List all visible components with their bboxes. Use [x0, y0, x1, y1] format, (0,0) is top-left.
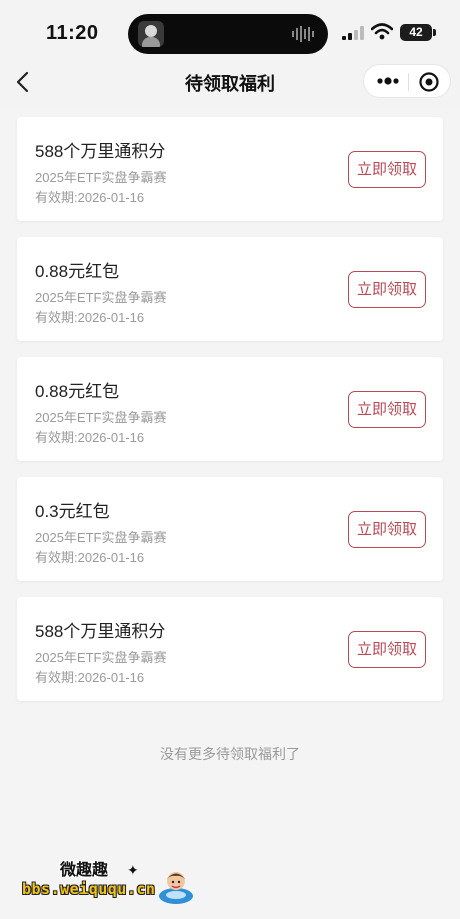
reward-source: 2025年ETF实盘争霸赛: [35, 290, 167, 305]
reward-expiry: 有效期:2026-01-16: [35, 550, 145, 565]
claim-button[interactable]: 立即领取: [348, 151, 426, 188]
reward-expiry: 有效期:2026-01-16: [35, 190, 145, 205]
dynamic-island: [128, 14, 328, 54]
more-dots-icon[interactable]: [370, 68, 406, 94]
reward-source: 2025年ETF实盘争霸赛: [35, 410, 167, 425]
claim-button[interactable]: 立即领取: [348, 511, 426, 548]
watermark-name: 微趣趣: [60, 862, 109, 879]
mascot-icon: [159, 872, 193, 904]
reward-title: 0.88元红包: [35, 382, 120, 401]
sparkle-icon: ✦: [127, 862, 139, 878]
close-target-icon[interactable]: [418, 71, 440, 93]
reward-source: 2025年ETF实盘争霸赛: [35, 170, 167, 185]
reward-title: 0.3元红包: [35, 502, 110, 521]
rewards-list: 588个万里通积分 2025年ETF实盘争霸赛 有效期:2026-01-16 立…: [0, 108, 460, 919]
wifi-icon: [371, 23, 393, 40]
claim-button[interactable]: 立即领取: [348, 631, 426, 668]
claim-button[interactable]: 立即领取: [348, 271, 426, 308]
reward-card: 0.88元红包 2025年ETF实盘争霸赛 有效期:2026-01-16 立即领…: [17, 357, 443, 461]
capsule-divider: [408, 73, 409, 91]
nav-bar: 待领取福利: [0, 56, 460, 108]
audio-wave-icon: [292, 26, 314, 42]
now-playing-thumbnail: [138, 21, 164, 47]
reward-card: 588个万里通积分 2025年ETF实盘争霸赛 有效期:2026-01-16 立…: [17, 597, 443, 701]
reward-card: 0.88元红包 2025年ETF实盘争霸赛 有效期:2026-01-16 立即领…: [17, 237, 443, 341]
reward-expiry: 有效期:2026-01-16: [35, 310, 145, 325]
reward-expiry: 有效期:2026-01-16: [35, 670, 145, 685]
list-end-text: 没有更多待领取福利了: [160, 746, 300, 762]
reward-card: 588个万里通积分 2025年ETF实盘争霸赛 有效期:2026-01-16 立…: [17, 117, 443, 221]
battery-tip: [433, 29, 436, 36]
status-time: 11:20: [46, 22, 99, 44]
watermark-url: bbs.weiququ.cn: [22, 880, 156, 898]
mini-program-capsule: [363, 64, 451, 98]
reward-title: 588个万里通积分: [35, 142, 166, 161]
reward-source: 2025年ETF实盘争霸赛: [35, 650, 167, 665]
battery-icon: 42: [400, 24, 432, 41]
reward-card: 0.3元红包 2025年ETF实盘争霸赛 有效期:2026-01-16 立即领取: [17, 477, 443, 581]
reward-title: 588个万里通积分: [35, 622, 166, 641]
reward-expiry: 有效期:2026-01-16: [35, 430, 145, 445]
reward-title: 0.88元红包: [35, 262, 120, 281]
claim-button[interactable]: 立即领取: [348, 391, 426, 428]
reward-source: 2025年ETF实盘争霸赛: [35, 530, 167, 545]
signal-icon: [342, 26, 364, 40]
